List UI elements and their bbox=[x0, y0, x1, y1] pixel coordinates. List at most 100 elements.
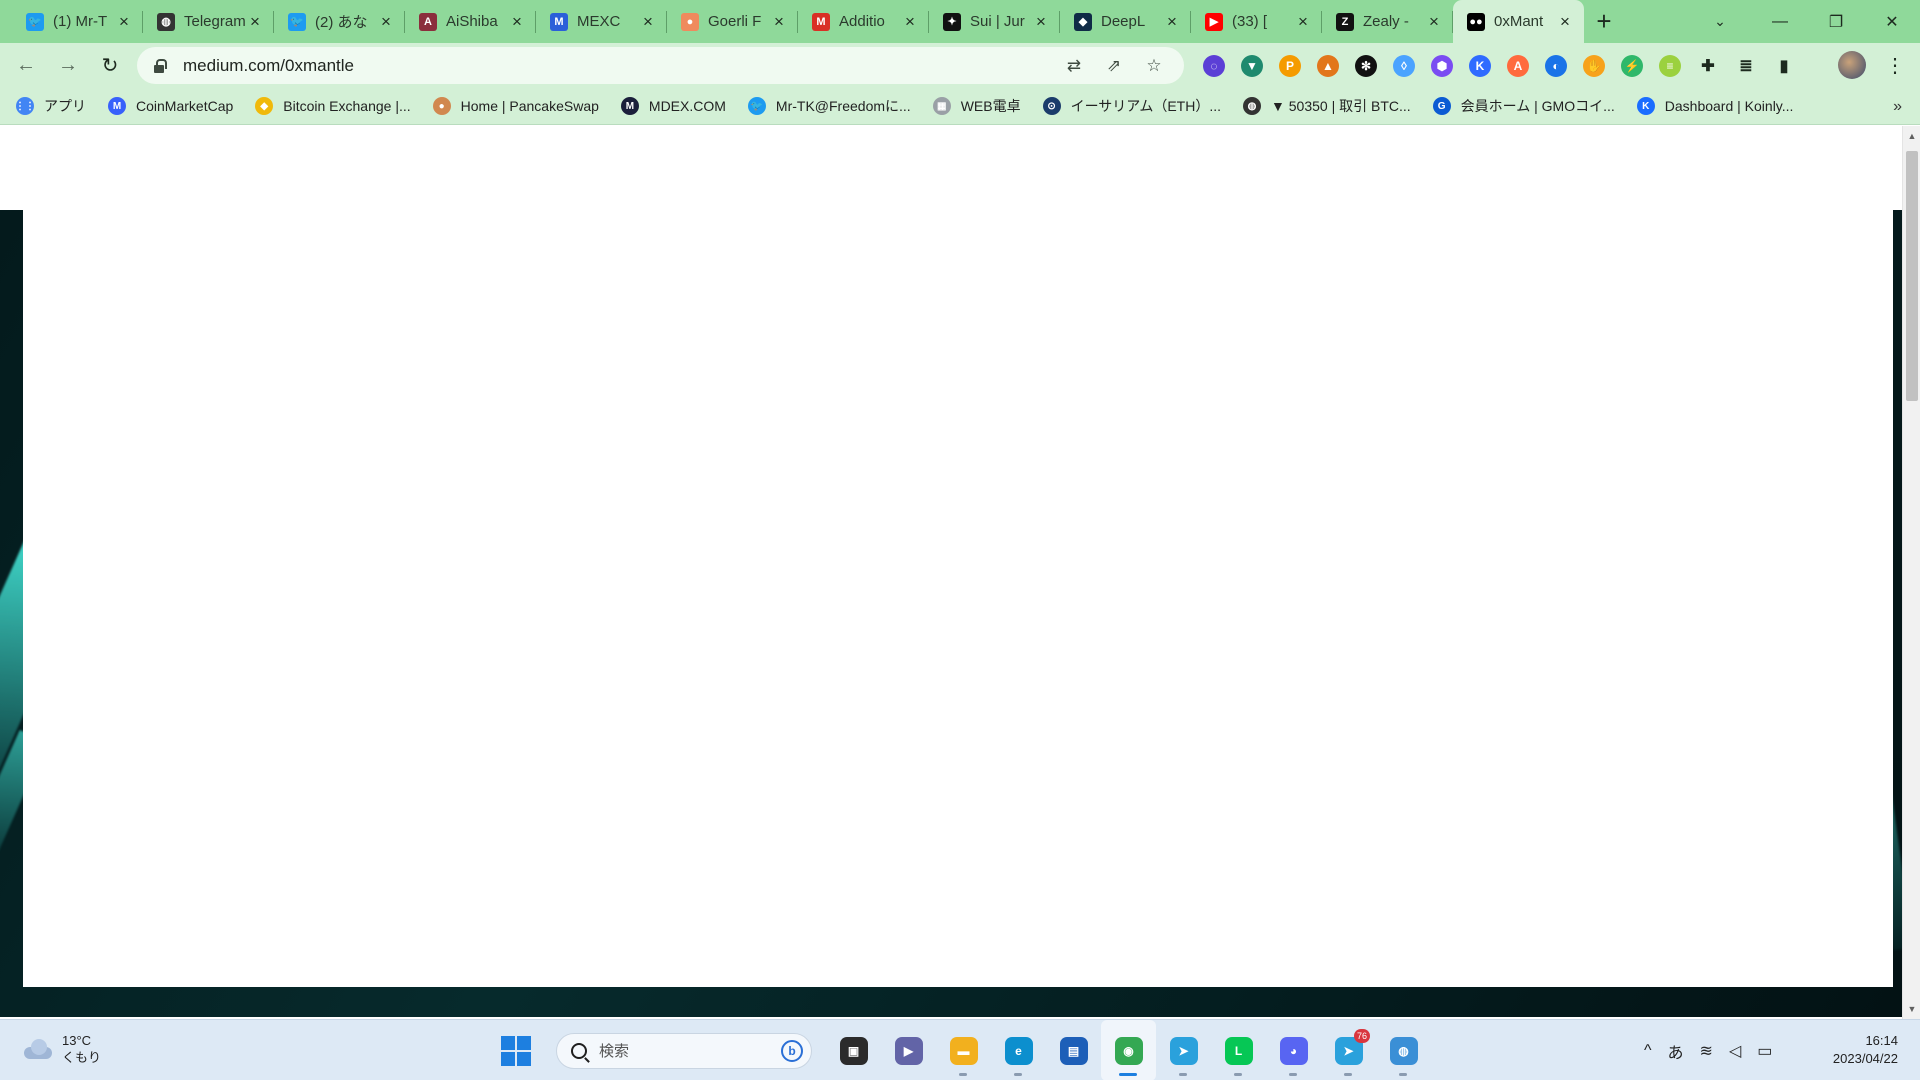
ext-drop-icon[interactable]: ◊ bbox=[1393, 54, 1415, 77]
scrollbar-thumb[interactable] bbox=[1906, 151, 1918, 401]
close-tab-icon[interactable]: × bbox=[1294, 12, 1312, 32]
bookmark-apps-grid[interactable]: ⋮⋮ アプリ bbox=[15, 96, 86, 116]
ext-a-icon[interactable]: A bbox=[1507, 54, 1529, 77]
taskbar-app-discord[interactable]: ◕ bbox=[1266, 1020, 1321, 1080]
tab-label: Additio bbox=[839, 13, 885, 30]
bookmark-eth-chart[interactable]: ⊙ イーサリアム（ETH）... bbox=[1042, 96, 1221, 116]
taskbar-app-edge[interactable]: e bbox=[991, 1020, 1046, 1080]
battery-icon[interactable]: ▭ bbox=[1757, 1041, 1772, 1061]
taskbar-app-telegram-alt[interactable]: ➤ 76 bbox=[1321, 1020, 1376, 1080]
back-button[interactable]: ← bbox=[8, 48, 44, 84]
cloud-icon bbox=[22, 1039, 54, 1059]
close-tab-icon[interactable]: × bbox=[1163, 12, 1181, 32]
bookmark-star-icon[interactable]: ☆ bbox=[1134, 56, 1174, 76]
metamask-icon[interactable]: ▲ bbox=[1317, 54, 1339, 77]
taskbar-app-microsoft-store[interactable]: ▤ bbox=[1046, 1020, 1101, 1080]
tray-overflow-chevron-icon[interactable]: ^ bbox=[1644, 1042, 1652, 1060]
taskbar-app-teams-chat[interactable]: ▶ bbox=[881, 1020, 936, 1080]
close-tab-icon[interactable]: × bbox=[1425, 12, 1443, 32]
close-tab-icon[interactable]: × bbox=[770, 12, 788, 32]
ext-hand-icon[interactable]: ✋ bbox=[1583, 54, 1605, 77]
close-tab-icon[interactable]: × bbox=[115, 12, 133, 32]
ext-violet-hex-icon[interactable]: ⬢ bbox=[1431, 54, 1453, 77]
close-tab-icon[interactable]: × bbox=[901, 12, 919, 32]
tab-youtube[interactable]: ▶ (33) [× bbox=[1191, 0, 1322, 43]
bookmarks-overflow-button[interactable]: » bbox=[1893, 88, 1902, 125]
taskbar-app-telegram[interactable]: ➤ bbox=[1156, 1020, 1211, 1080]
ext-black-asterisk-icon[interactable]: ✻ bbox=[1355, 54, 1377, 77]
ext-orange-p-icon[interactable]: P bbox=[1279, 54, 1301, 77]
minimize-button[interactable]: — bbox=[1752, 0, 1808, 43]
taskbar-app-line[interactable]: L bbox=[1211, 1020, 1266, 1080]
tab-mexc[interactable]: M MEXC × bbox=[536, 0, 667, 43]
tab-sui[interactable]: ✦ Sui | Jur × bbox=[929, 0, 1060, 43]
maximize-button[interactable]: ❐ bbox=[1808, 0, 1864, 43]
tab-list: 🐦 (1) Mr-T × ◍ Telegram × 🐦 (2) あな × A AiShiba × M ME… bbox=[0, 0, 1584, 43]
close-tab-icon[interactable]: × bbox=[508, 12, 526, 32]
taskbar-app-network-globe[interactable]: ◍ bbox=[1376, 1020, 1431, 1080]
extensions-puzzle-icon[interactable]: ✚ bbox=[1697, 55, 1719, 77]
ext-layer-icon[interactable]: ≡ bbox=[1659, 54, 1681, 77]
bookmark-coinmarketcap[interactable]: M CoinMarketCap bbox=[108, 97, 233, 115]
media-queue-icon[interactable]: ≣ bbox=[1735, 55, 1757, 77]
taskbar-search[interactable]: 検索 b bbox=[556, 1032, 812, 1069]
close-window-button[interactable]: ✕ bbox=[1864, 0, 1920, 43]
bookmark-twitter[interactable]: 🐦 Mr-TK@Freedomに... bbox=[747, 96, 911, 116]
wifi-icon[interactable]: ≋ bbox=[1700, 1041, 1713, 1061]
close-tab-icon[interactable]: × bbox=[639, 12, 657, 32]
close-tab-icon[interactable]: × bbox=[1032, 12, 1050, 32]
volume-icon[interactable]: ◁ bbox=[1729, 1041, 1741, 1061]
tab-faucet[interactable]: ● Goerli F × bbox=[667, 0, 798, 43]
tab-globe[interactable]: ◍ Telegram × bbox=[143, 0, 274, 43]
url-text[interactable]: medium.com/0xmantle bbox=[183, 56, 354, 76]
browser-menu-button[interactable]: ⋮ bbox=[1880, 43, 1910, 88]
scroll-down-arrow[interactable]: ▼ bbox=[1903, 1001, 1920, 1017]
taskbar-clock[interactable]: 16:14 2023/04/22 bbox=[1833, 1032, 1898, 1068]
tab-label: Telegram bbox=[184, 13, 246, 30]
tab-medium[interactable]: ●● 0xMant × bbox=[1453, 0, 1584, 43]
ext-lightning-icon[interactable]: ⚡ bbox=[1621, 54, 1643, 77]
reload-button[interactable]: ↻ bbox=[92, 48, 128, 84]
tab-aishiba[interactable]: A AiShiba × bbox=[405, 0, 536, 43]
ime-indicator[interactable]: あ bbox=[1668, 1039, 1684, 1063]
tab-zealy[interactable]: Z Zealy - × bbox=[1322, 0, 1453, 43]
new-tab-button[interactable]: + bbox=[1584, 0, 1624, 43]
forward-button[interactable]: → bbox=[50, 48, 86, 84]
bookmark-gmo[interactable]: G 会員ホーム | GMOコイ... bbox=[1432, 96, 1615, 116]
taskbar-app-chrome[interactable]: ◉ bbox=[1101, 1020, 1156, 1080]
bookmark-mdex[interactable]: M MDEX.COM bbox=[620, 97, 726, 115]
start-button[interactable] bbox=[498, 1033, 534, 1069]
bookmark-calculator[interactable]: ▦ WEB電卓 bbox=[932, 96, 1021, 116]
search-placeholder[interactable]: 検索 bbox=[599, 1040, 629, 1061]
profile-avatar[interactable] bbox=[1838, 51, 1866, 79]
tab-twitter[interactable]: 🐦 (1) Mr-T × bbox=[12, 0, 143, 43]
keplr-icon[interactable]: K bbox=[1469, 54, 1491, 77]
bookmark-pancakeswap[interactable]: ● Home | PancakeSwap bbox=[432, 97, 599, 115]
address-bar[interactable]: medium.com/0xmantle ⇄ ⇗ ☆ bbox=[137, 47, 1184, 84]
ext-purple-ring-icon[interactable]: ◌ bbox=[1203, 54, 1225, 77]
page-scrollbar[interactable]: ▲ ▼ bbox=[1902, 126, 1920, 1019]
tab-deepl[interactable]: ◆ DeepL × bbox=[1060, 0, 1191, 43]
close-tab-icon[interactable]: × bbox=[377, 12, 395, 32]
taskbar-app-task-view[interactable]: ▣ bbox=[826, 1020, 881, 1080]
close-tab-icon[interactable]: × bbox=[1556, 12, 1574, 32]
taskbar-app-file-explorer[interactable]: ▬ bbox=[936, 1020, 991, 1080]
translate-icon[interactable]: ⇄ bbox=[1054, 56, 1094, 76]
close-tab-icon[interactable]: × bbox=[246, 12, 264, 32]
ext-fox-icon[interactable]: ▼ bbox=[1241, 54, 1263, 77]
bookmark-globe[interactable]: ◍ ▼ 50350 | 取引 BTC... bbox=[1243, 96, 1411, 116]
side-panel-icon[interactable]: ▮ bbox=[1773, 55, 1795, 77]
tab-search-button[interactable]: ⌄ bbox=[1700, 0, 1740, 43]
weather-widget[interactable]: 13°C くもり bbox=[22, 1032, 101, 1066]
bookmark-koinly[interactable]: K Dashboard | Koinly... bbox=[1636, 97, 1793, 115]
tab-gmail[interactable]: M Additio × bbox=[798, 0, 929, 43]
ext-blue-orb-icon[interactable]: ◐ bbox=[1545, 54, 1567, 77]
share-icon[interactable]: ⇗ bbox=[1094, 56, 1134, 76]
bing-icon[interactable]: b bbox=[781, 1039, 803, 1062]
scroll-up-arrow[interactable]: ▲ bbox=[1903, 128, 1920, 144]
lock-icon[interactable] bbox=[153, 58, 167, 73]
bookmark-binance[interactable]: ◆ Bitcoin Exchange |... bbox=[255, 97, 411, 115]
telegram-icon: ➤ bbox=[1169, 1036, 1198, 1065]
faucet-icon: ● bbox=[681, 12, 699, 31]
tab-twitter[interactable]: 🐦 (2) あな × bbox=[274, 0, 405, 43]
